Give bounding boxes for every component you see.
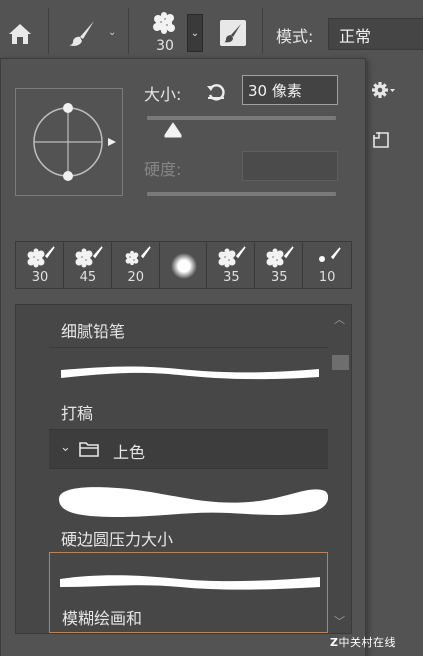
angle-arrow-icon: [108, 138, 116, 146]
chalk-brush-tip-icon: [125, 246, 151, 266]
brush-preset-list-content: 细腻铅笔 打稿 ⌄ 上色 硬边圆压力大小 模糊绘画和: [49, 305, 328, 633]
size-slider-track[interactable]: [147, 116, 336, 120]
preset-stroke-preview[interactable]: [49, 357, 328, 387]
recent-brushes-strip: 30 45 20 35 35 10: [15, 241, 352, 289]
size-input[interactable]: 30 像素: [242, 75, 338, 105]
recent-brush-size: 10: [318, 270, 336, 285]
watermark: Z中关村在线: [330, 634, 396, 650]
brush-angle-roundness-widget[interactable]: [15, 88, 123, 196]
options-bar: ⌄ 30 ⌄ 模式: 正常: [0, 0, 423, 62]
preset-stroke-preview[interactable]: [49, 477, 328, 521]
hardness-label: 硬度:: [144, 160, 182, 179]
preset-name[interactable]: 细腻铅笔: [61, 318, 125, 342]
roundness-handle-top: [63, 103, 73, 113]
selected-preset-row[interactable]: 模糊绘画和: [49, 552, 328, 633]
recent-brush-size: 35: [223, 270, 240, 285]
toggle-brush-settings-button[interactable]: [220, 20, 246, 46]
preset-list-scrollbar[interactable]: ︿ ﹀: [328, 305, 351, 633]
group-name: 上色: [113, 443, 146, 462]
divider: [49, 347, 328, 348]
brush-settings-icon: [224, 24, 241, 43]
recent-brush-item[interactable]: 10: [303, 242, 351, 288]
divider: [48, 8, 49, 54]
recent-brush-item[interactable]: 30: [16, 242, 64, 288]
recent-brush-size: 45: [79, 270, 97, 285]
recent-brush-item[interactable]: 45: [64, 242, 112, 288]
brush-preset-list[interactable]: 细腻铅笔 打稿 ⌄ 上色 硬边圆压力大小 模糊绘画和 ︿ ﹀: [15, 304, 352, 634]
chalk-brush-tip-icon: [27, 246, 55, 268]
chalk-brush-tip-icon: [75, 246, 103, 268]
gear-icon[interactable]: [371, 80, 397, 100]
chevron-down-icon[interactable]: ⌄: [60, 440, 71, 455]
divider: [128, 8, 129, 54]
recent-brush-item[interactable]: 35: [255, 242, 304, 288]
brush-preset-thumbnail[interactable]: [150, 10, 178, 36]
preset-name[interactable]: 硬边圆压力大小: [61, 526, 173, 550]
recent-brush-item[interactable]: 35: [207, 242, 256, 288]
folder-icon: [79, 442, 99, 457]
hardness-input: [242, 151, 338, 181]
chalk-brush-tip-icon: [266, 246, 294, 268]
scrollbar-thumb[interactable]: [332, 355, 349, 370]
recent-brush-size: 20: [127, 270, 144, 285]
new-preset-icon[interactable]: [372, 131, 390, 149]
hardness-slider-track: [147, 192, 336, 196]
preset-name[interactable]: 模糊绘画和: [62, 605, 142, 629]
mode-label: 模式:: [276, 27, 314, 46]
divider: [262, 8, 263, 54]
preset-name[interactable]: 打稿: [61, 400, 93, 424]
scroll-down-icon[interactable]: ﹀: [334, 613, 345, 629]
brush-preset-picker-chevron-down-icon[interactable]: ⌄: [187, 14, 203, 52]
brush-tool-chevron-down-icon[interactable]: ⌄: [108, 27, 116, 38]
recent-brush-size: 35: [271, 270, 288, 285]
reset-size-icon[interactable]: [205, 80, 227, 102]
chalk-brush-tip-icon: [218, 246, 247, 268]
blend-mode-select[interactable]: 正常: [328, 18, 423, 50]
brush-icon[interactable]: [68, 19, 96, 47]
recent-brush-item[interactable]: [160, 242, 208, 288]
roundness-handle-bottom: [63, 171, 73, 181]
recent-brush-size: 30: [31, 270, 49, 285]
home-icon[interactable]: [6, 22, 34, 46]
preset-stroke-preview: [60, 575, 320, 590]
brush-size-readout: 30: [156, 38, 174, 54]
scroll-up-icon[interactable]: ︿: [334, 311, 345, 327]
angle-roundness-dial: [33, 103, 116, 181]
preset-group-row[interactable]: ⌄ 上色: [49, 429, 328, 469]
size-label: 大小:: [144, 85, 182, 104]
small-brush-tip-icon: [319, 247, 341, 262]
size-slider-thumb[interactable]: [164, 122, 182, 138]
soft-round-brush-tip-icon: [170, 253, 197, 279]
watermark-text: 中关村在线: [338, 636, 396, 649]
recent-brush-item[interactable]: 20: [112, 242, 160, 288]
